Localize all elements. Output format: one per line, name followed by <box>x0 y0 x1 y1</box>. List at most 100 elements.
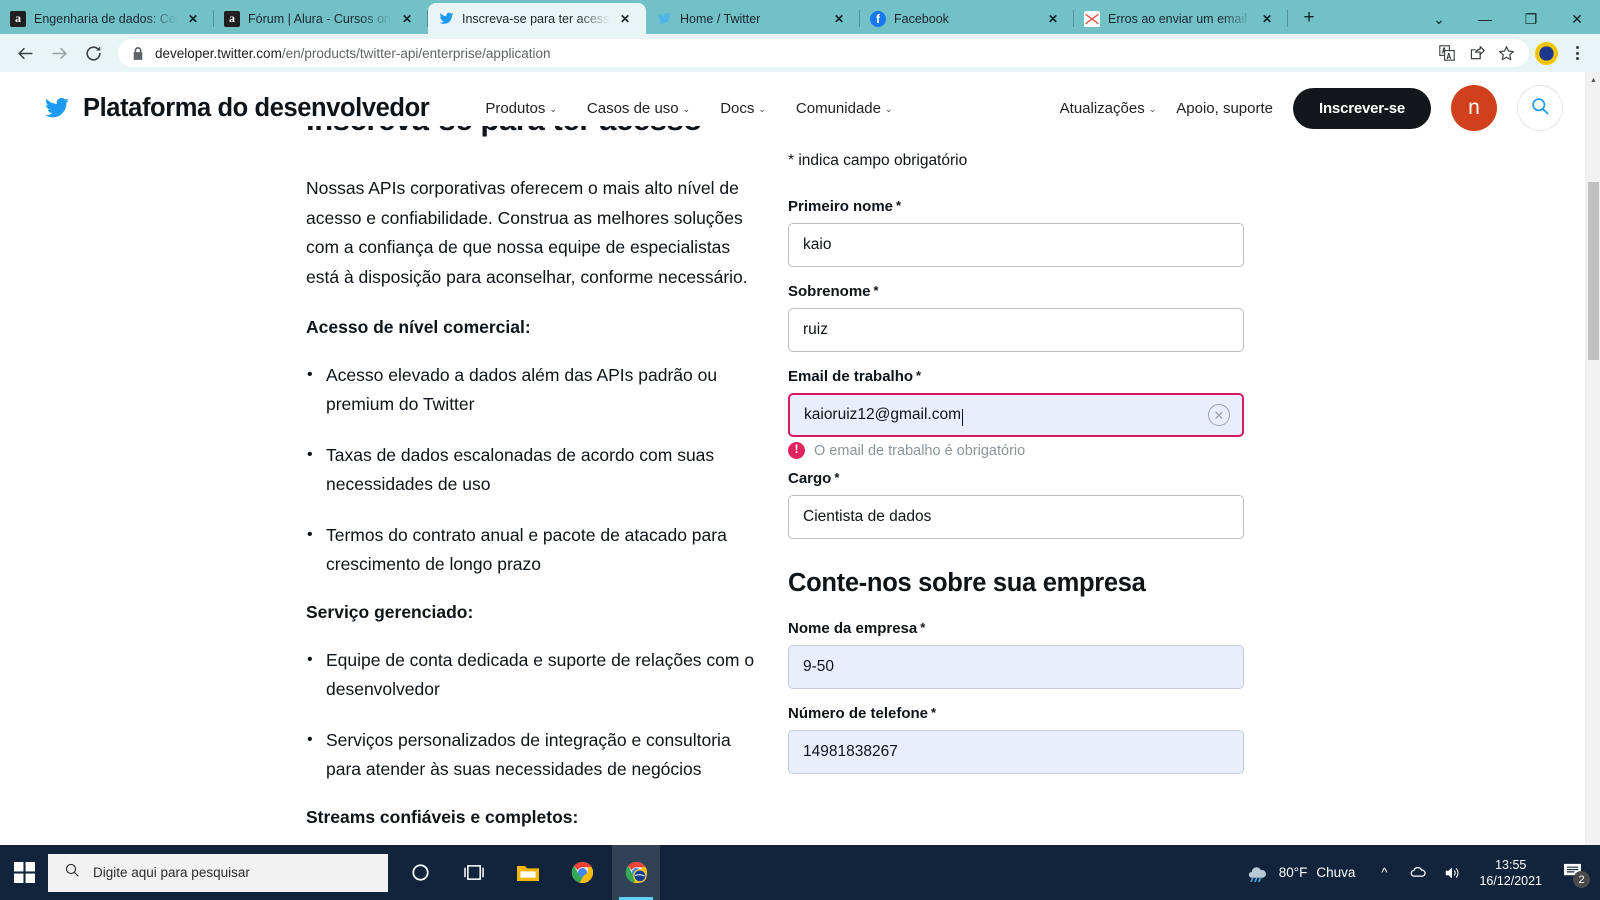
twitter-logo-icon <box>44 95 70 121</box>
chrome-icon[interactable] <box>558 845 606 900</box>
tab-close-button[interactable]: ✕ <box>1044 10 1062 28</box>
nav-label: Comunidade <box>795 99 881 117</box>
page-viewport: ▲ Plataforma do desenvolvedor Produtos ⌄ … <box>0 72 1600 845</box>
page-scrollbar[interactable]: ▲ <box>1585 72 1600 845</box>
scrollbar-thumb[interactable] <box>1588 182 1599 360</box>
input-value: ruiz <box>803 321 828 338</box>
taskbar-search[interactable]: Digite aqui para pesquisar <box>48 853 388 892</box>
profile-avatar[interactable] <box>1535 41 1558 65</box>
section-heading: Serviço gerenciado: <box>306 601 474 622</box>
chevron-down-icon: ⌄ <box>682 103 691 114</box>
new-tab-button[interactable]: + <box>1294 4 1324 32</box>
browser-tab-active[interactable]: Inscreva-se para ter acesso à ✕ <box>428 3 646 34</box>
close-window-button[interactable]: ✕ <box>1554 4 1600 34</box>
clock-time: 13:55 <box>1495 857 1527 872</box>
user-avatar[interactable]: n <box>1451 85 1497 131</box>
notification-center-button[interactable]: 2 <box>1552 845 1592 900</box>
nav-label: Atualizações <box>1059 99 1145 117</box>
forward-icon[interactable] <box>44 38 74 68</box>
nav-item-casos-de-uso[interactable]: Casos de uso ⌄ <box>587 100 690 117</box>
onedrive-icon[interactable] <box>1401 845 1435 900</box>
page-title: Inscreva-se para ter acesso <box>306 126 746 138</box>
task-view-icon[interactable] <box>450 845 498 900</box>
input-value: 14981838267 <box>803 743 898 760</box>
nav-item-apoio-suporte[interactable]: Apoio, suporte <box>1176 100 1273 117</box>
label-text: Número de telefone <box>788 705 929 722</box>
address-bar[interactable]: developer.twitter.com/en/products/twitte… <box>118 39 1529 67</box>
page-content: Inscreva-se para ter acesso Nossas APIs … <box>0 126 1585 845</box>
tab-title: Engenharia de dados: Conhec <box>34 11 178 26</box>
browser-tab[interactable]: a Fórum | Alura - Cursos online ✕ <box>214 3 428 34</box>
left-column: Nossas APIs corporativas oferecem o mais… <box>306 174 761 845</box>
weather-widget[interactable]: 80°F Chuva <box>1233 860 1368 885</box>
back-icon[interactable] <box>10 38 40 68</box>
browser-tab[interactable]: f Facebook ✕ <box>860 3 1074 34</box>
share-icon[interactable] <box>1468 45 1485 62</box>
taskbar-app-icons <box>396 845 660 900</box>
last-name-input[interactable]: ruiz <box>788 308 1244 352</box>
tab-strip: a Engenharia de dados: Conhec ✕ a Fórum … <box>0 0 1600 34</box>
clear-input-icon[interactable]: ✕ <box>1208 404 1230 426</box>
label-text: Email de trabalho <box>788 368 914 385</box>
nav-item-atualizacoes[interactable]: Atualizações ⌄ <box>1060 100 1157 117</box>
label-sobrenome: Sobrenome * <box>788 283 1244 300</box>
list-item: Termos do contrato anual e pacote de ata… <box>306 520 761 579</box>
required-marker: * <box>834 470 840 485</box>
start-button[interactable] <box>0 845 48 900</box>
file-explorer-icon[interactable] <box>504 845 552 900</box>
job-title-input[interactable]: Cientista de dados <box>788 495 1244 539</box>
tab-close-button[interactable]: ✕ <box>830 10 848 28</box>
window-controls: ⌄ — ❐ ✕ <box>1416 4 1600 34</box>
tab-title: Fórum | Alura - Cursos online <box>248 11 392 26</box>
tab-title: Erros ao enviar um email - Em <box>1108 11 1252 26</box>
tab-title: Home / Twitter <box>680 11 761 26</box>
label-text: Cargo <box>788 470 832 487</box>
notification-badge: 2 <box>1573 871 1590 888</box>
minimize-button[interactable]: — <box>1462 4 1508 34</box>
company-name-input[interactable]: 9-50 <box>788 645 1244 689</box>
header-actions: Atualizações ⌄ Apoio, suporte Inscrever-s… <box>1060 85 1563 131</box>
reload-icon[interactable] <box>78 38 108 68</box>
browser-tab[interactable]: Erros ao enviar um email - Em ✕ <box>1074 3 1288 34</box>
tab-close-button[interactable]: ✕ <box>1258 10 1276 28</box>
first-name-input[interactable]: kaio <box>788 223 1244 267</box>
tab-close-button[interactable]: ✕ <box>184 10 202 28</box>
tray-overflow-icon[interactable]: ^ <box>1367 845 1401 900</box>
browser-window: a Engenharia de dados: Conhec ✕ a Fórum … <box>0 0 1600 845</box>
list-item: Equipe de conta dedicada e suporte de re… <box>306 645 761 704</box>
cortana-icon[interactable] <box>396 845 444 900</box>
url-text: developer.twitter.com/en/products/twitte… <box>155 46 550 61</box>
signup-button[interactable]: Inscrever-se <box>1293 87 1431 129</box>
required-marker: * <box>920 620 926 635</box>
twitter-icon <box>438 11 454 27</box>
browser-tab[interactable]: a Engenharia de dados: Conhec ✕ <box>0 3 214 34</box>
scroll-up-arrow[interactable]: ▲ <box>1586 72 1600 88</box>
site-header: Plataforma do desenvolvedor Produtos ⌄ Ca… <box>0 72 1585 144</box>
nav-item-docs[interactable]: Docs ⌄ <box>720 100 766 117</box>
taskbar-clock[interactable]: 13:55 16/12/2021 <box>1469 857 1552 889</box>
company-section-heading: Conte-nos sobre sua empresa <box>788 569 1146 597</box>
nav-item-comunidade[interactable]: Comunidade ⌄ <box>796 100 893 117</box>
main-navigation: Produtos ⌄ Casos de uso ⌄ Docs ⌄ Comunidade… <box>485 100 892 117</box>
required-marker: * <box>896 198 902 213</box>
nav-item-produtos[interactable]: Produtos ⌄ <box>485 100 557 117</box>
search-button[interactable] <box>1517 85 1563 131</box>
nav-label: Casos de uso <box>586 99 679 117</box>
maximize-button[interactable]: ❐ <box>1508 4 1554 34</box>
work-email-input[interactable]: kaioruiz12@gmail.com ✕ <box>788 393 1244 437</box>
volume-icon[interactable] <box>1435 845 1469 900</box>
bookmark-star-icon[interactable] <box>1498 45 1515 62</box>
weather-temp: 80°F <box>1278 865 1308 880</box>
chevron-down-icon: ⌄ <box>549 103 557 114</box>
site-brand[interactable]: Plataforma do desenvolvedor <box>44 94 430 123</box>
chrome-menu-icon[interactable] <box>1564 40 1590 66</box>
tab-close-button[interactable]: ✕ <box>616 10 634 28</box>
browser-tab[interactable]: Home / Twitter ✕ <box>646 3 860 34</box>
search-icon <box>1530 96 1550 121</box>
translate-icon[interactable] <box>1438 45 1455 62</box>
windows-taskbar: Digite aqui para pesquisar 80°F Chuva ^ <box>0 845 1600 900</box>
chrome-active-icon[interactable] <box>612 845 660 900</box>
tab-search-icon[interactable]: ⌄ <box>1416 4 1462 34</box>
tab-close-button[interactable]: ✕ <box>398 10 416 28</box>
phone-number-input[interactable]: 14981838267 <box>788 730 1244 774</box>
